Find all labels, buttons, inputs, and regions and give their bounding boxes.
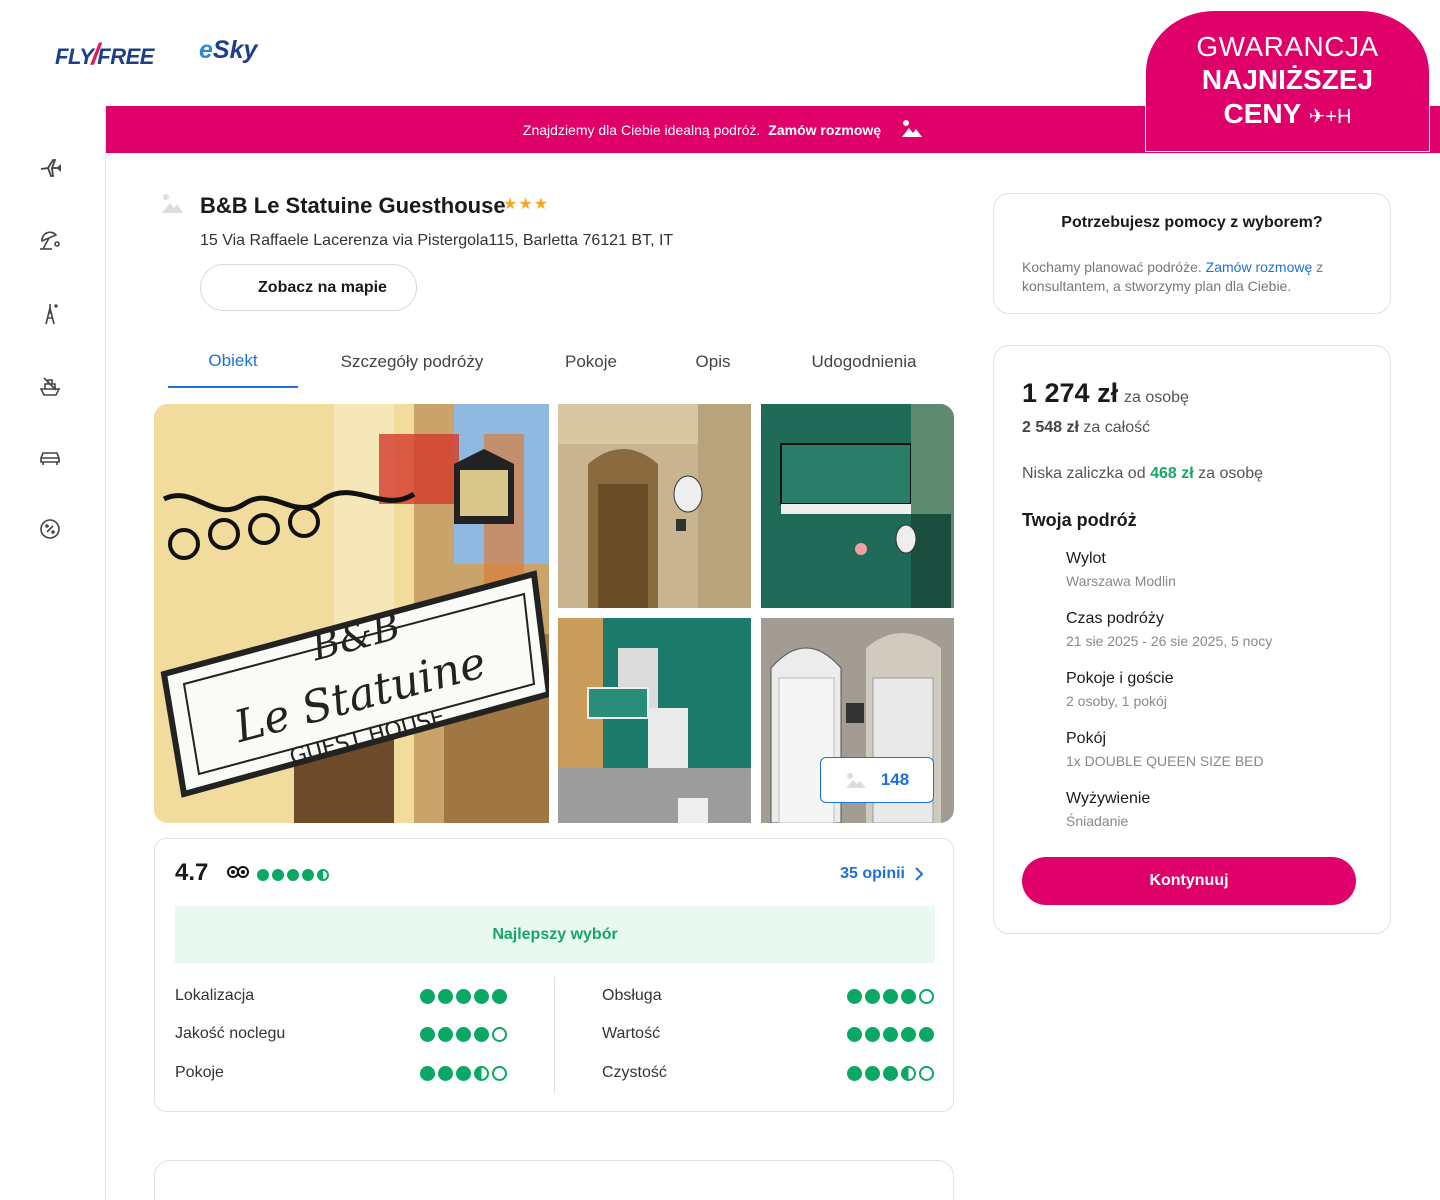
tab-pokoje[interactable]: Pokoje — [526, 336, 656, 388]
rating-row-obsluga: Obsługa — [602, 987, 934, 1005]
price-total: 2 548 zł za całość — [1022, 419, 1150, 437]
plane-icon[interactable] — [38, 156, 62, 180]
price-total-value: 2 548 zł — [1022, 419, 1079, 436]
discount-icon[interactable] — [38, 517, 62, 541]
hotel-thumbnail-placeholder-icon — [160, 192, 184, 214]
tab-szczegoly-podrozy[interactable]: Szczegóły podróży — [298, 336, 526, 388]
price-per-person-unit: za osobę — [1124, 389, 1189, 406]
plane-hotel-icon: ✈+H — [1308, 106, 1352, 128]
photo-2[interactable] — [558, 404, 751, 608]
city-break-icon[interactable] — [38, 302, 62, 326]
best-choice-banner: Najlepszy wybór — [175, 906, 935, 963]
help-card: Potrzebujesz pomocy z wyborem? Kochamy p… — [993, 193, 1391, 314]
tab-opis[interactable]: Opis — [656, 336, 770, 388]
trip-item-title: Pokoje i goście — [1066, 670, 1174, 687]
rating-dots — [420, 1026, 507, 1042]
tab-udogodnienia[interactable]: Udogodnienia — [770, 336, 958, 388]
tripadvisor-rating — [227, 865, 330, 884]
rating-label: Jakość noclegu — [175, 1025, 286, 1042]
reviews-count: 35 opinii — [840, 865, 905, 882]
trip-item-title: Wyżywienie — [1066, 790, 1151, 807]
rating-card: 4.7 35 opinii Najlepszy wybór Lokalizacj… — [154, 838, 954, 1112]
rating-label: Czystość — [602, 1064, 667, 1081]
hotel-name: B&B Le Statuine Guesthouse — [200, 193, 506, 218]
photo-4[interactable] — [558, 618, 751, 823]
trip-rooms-guests: Pokoje i goście 2 osoby, 1 pokój — [1066, 670, 1366, 709]
price-per-person: 1 274 zł — [1022, 378, 1119, 408]
rating-label: Pokoje — [175, 1064, 224, 1081]
trip-title: Twoja podróż — [1022, 510, 1137, 530]
esky-logo[interactable]: eSky — [199, 36, 257, 65]
trip-item-title: Czas podróży — [1066, 610, 1164, 627]
flyfree-logo[interactable]: FLY/FREE — [55, 38, 154, 72]
image-icon — [901, 118, 923, 141]
beach-icon[interactable] — [38, 229, 62, 253]
trip-item-value: Śniadanie — [1066, 813, 1129, 829]
deposit-value: 468 zł — [1150, 465, 1194, 482]
chevron-right-icon — [915, 867, 923, 881]
help-text-before: Kochamy planować podróże. — [1022, 259, 1202, 275]
photo-count: 148 — [880, 770, 910, 789]
rating-dots — [847, 988, 934, 1004]
trip-room: Pokój 1x DOUBLE QUEEN SIZE BED — [1066, 730, 1366, 769]
tab-obiekt[interactable]: Obiekt — [168, 336, 298, 388]
reviews-link[interactable]: 35 opinii — [840, 865, 923, 883]
next-section-card — [154, 1160, 954, 1200]
rating-row-jakosc-noclegu: Jakość noclegu — [175, 1025, 507, 1043]
guarantee-line2: NAJNIŻSZEJ — [1201, 64, 1374, 95]
trip-dates: Czas podróży 21 sie 2025 - 26 sie 2025, … — [1066, 610, 1366, 649]
help-call-link[interactable]: Zamów rozmowę — [1206, 259, 1313, 275]
rating-label: Wartość — [602, 1025, 661, 1042]
rating-row-pokoje: Pokoje — [175, 1064, 507, 1082]
price-card: 1 274 zł za osobę 2 548 zł za całość Nis… — [993, 345, 1391, 934]
photo-3[interactable] — [761, 404, 954, 608]
rating-dots — [420, 1065, 507, 1081]
continue-button[interactable]: Kontynuuj — [1022, 857, 1356, 905]
guarantee-ceny: CENY — [1223, 98, 1301, 129]
hotel-address: 15 Via Raffaele Lacerenza via Pistergola… — [200, 232, 674, 249]
photos-icon — [845, 773, 866, 788]
rating-dots — [847, 1026, 934, 1042]
guarantee-line3: CENY ✈+H — [1146, 97, 1429, 134]
show-on-map-button[interactable]: Zobacz na mapie — [200, 264, 417, 311]
hotel-stars: ★★★ — [503, 196, 550, 213]
trip-departure: Wylot Warszawa Modlin — [1066, 550, 1366, 589]
deposit-info: Niska zaliczka od 468 zł za osobę — [1022, 465, 1263, 483]
rating-label: Obsługa — [602, 987, 662, 1004]
rating-label: Lokalizacja — [175, 987, 255, 1004]
promo-call-link[interactable]: Zamów rozmowę — [768, 122, 881, 138]
overall-rating-dots — [257, 868, 330, 881]
rating-divider — [554, 977, 555, 1093]
deposit-before: Niska zaliczka od — [1022, 465, 1146, 482]
hotel-tabs: Obiekt Szczegóły podróży Pokoje Opis Udo… — [168, 336, 958, 390]
promo-text: Znajdziemy dla Ciebie idealną podróż. — [522, 121, 761, 138]
rating-row-wartosc: Wartość — [602, 1025, 934, 1043]
cruise-icon[interactable] — [38, 374, 62, 398]
show-all-photos-button[interactable]: 148 — [820, 757, 934, 803]
trip-item-value: Warszawa Modlin — [1066, 573, 1176, 589]
trip-item-value: 1x DOUBLE QUEEN SIZE BED — [1066, 753, 1264, 769]
trip-item-value: 21 sie 2025 - 26 sie 2025, 5 nocy — [1066, 633, 1273, 649]
trip-board: Wyżywienie Śniadanie — [1066, 790, 1366, 829]
rating-dots — [847, 1065, 934, 1081]
tripadvisor-owl-icon — [227, 865, 249, 884]
rating-row-lokalizacja: Lokalizacja — [175, 987, 507, 1005]
trip-item-title: Pokój — [1066, 730, 1107, 747]
sidebar — [0, 106, 106, 1200]
trip-item-title: Wylot — [1066, 550, 1106, 567]
trip-item-value: 2 osoby, 1 pokój — [1066, 693, 1167, 709]
help-text: Kochamy planować podróże. Zamów rozmowę … — [1022, 258, 1362, 296]
main-photo[interactable]: B&B Le Statuine GUEST HOUSE — [154, 404, 549, 823]
rating-dots — [420, 988, 507, 1004]
price-total-unit: za całość — [1083, 419, 1151, 436]
deposit-after: za osobę — [1198, 465, 1264, 482]
help-title: Potrzebujesz pomocy z wyborem? — [1061, 214, 1323, 231]
rating-score: 4.7 — [175, 859, 209, 886]
lowest-price-guarantee-badge[interactable]: GWARANCJA NAJNIŻSZEJ CENY ✈+H — [1145, 10, 1430, 152]
rating-row-czystosc: Czystość — [602, 1064, 934, 1082]
car-icon[interactable] — [38, 446, 62, 470]
guarantee-line1: GWARANCJA — [1196, 31, 1379, 62]
